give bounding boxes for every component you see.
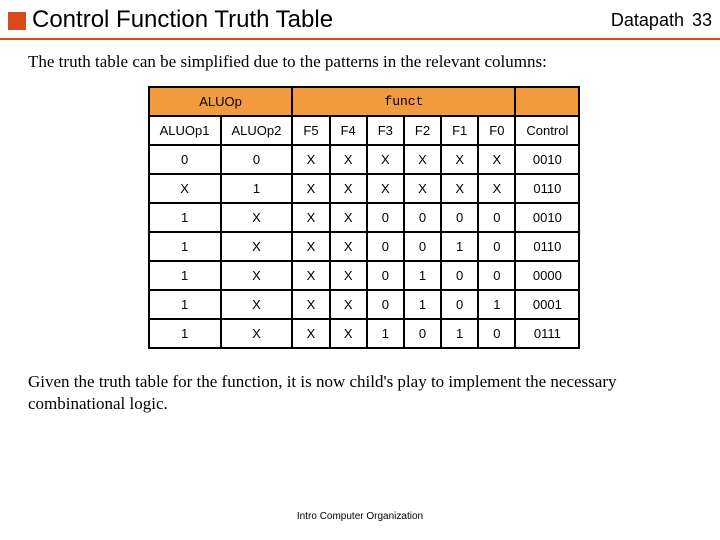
cell: 0 (441, 261, 478, 290)
table-group-row: ALUOp funct (149, 87, 580, 116)
cell: 0000 (515, 261, 579, 290)
cell: 1 (478, 290, 515, 319)
section-label: Datapath (611, 10, 684, 31)
cell: X (367, 174, 404, 203)
cell: 0 (478, 232, 515, 261)
cell: 0 (367, 232, 404, 261)
cell: X (330, 145, 367, 174)
cell: X (221, 319, 293, 348)
cell: 0 (221, 145, 293, 174)
group-blank (515, 87, 579, 116)
cell: X (292, 145, 329, 174)
cell: 1 (149, 319, 221, 348)
cell: X (221, 261, 293, 290)
cell: 0 (404, 203, 441, 232)
cell: X (330, 319, 367, 348)
col-f0: F0 (478, 116, 515, 145)
cell: X (221, 232, 293, 261)
table-row: 1 X X X 0 1 0 1 0001 (149, 290, 580, 319)
col-aluop1: ALUOp1 (149, 116, 221, 145)
cell: 1 (221, 174, 293, 203)
cell: X (292, 261, 329, 290)
col-f1: F1 (441, 116, 478, 145)
cell: 0 (478, 261, 515, 290)
cell: X (292, 232, 329, 261)
cell: 1 (149, 203, 221, 232)
cell: X (404, 145, 441, 174)
lead-text: The truth table can be simplified due to… (28, 52, 700, 72)
cell: X (441, 174, 478, 203)
cell: 0 (367, 290, 404, 319)
table-row: 1 X X X 0 0 1 0 0110 (149, 232, 580, 261)
cell: 0110 (515, 232, 579, 261)
cell: 1 (367, 319, 404, 348)
cell: X (330, 174, 367, 203)
group-aluop: ALUOp (149, 87, 293, 116)
group-funct: funct (292, 87, 515, 116)
cell: 1 (149, 290, 221, 319)
cell: X (221, 290, 293, 319)
cell: X (367, 145, 404, 174)
header-rule (0, 38, 720, 40)
cell: 1 (404, 290, 441, 319)
table-row: 1 X X X 1 0 1 0 0111 (149, 319, 580, 348)
cell: X (478, 145, 515, 174)
cell: 1 (149, 232, 221, 261)
cell: 0 (478, 319, 515, 348)
cell: 0010 (515, 203, 579, 232)
table-row: 1 X X X 0 1 0 0 0000 (149, 261, 580, 290)
col-control: Control (515, 116, 579, 145)
col-f5: F5 (292, 116, 329, 145)
cell: 1 (404, 261, 441, 290)
cell: 0010 (515, 145, 579, 174)
after-text: Given the truth table for the function, … (28, 371, 700, 415)
col-f3: F3 (367, 116, 404, 145)
cell: X (330, 232, 367, 261)
slide-title: Control Function Truth Table (32, 6, 611, 34)
cell: 0 (441, 290, 478, 319)
col-aluop2: ALUOp2 (221, 116, 293, 145)
cell: 0 (441, 203, 478, 232)
cell: X (292, 174, 329, 203)
cell: X (292, 290, 329, 319)
cell: X (330, 203, 367, 232)
cell: 0001 (515, 290, 579, 319)
table-row: X 1 X X X X X X 0110 (149, 174, 580, 203)
cell: X (292, 203, 329, 232)
cell: 0 (478, 203, 515, 232)
truth-table: ALUOp funct ALUOp1 ALUOp2 F5 F4 F3 F2 F1… (148, 86, 581, 349)
slide-header: Control Function Truth Table Datapath 33 (8, 6, 712, 34)
table-header-row: ALUOp1 ALUOp2 F5 F4 F3 F2 F1 F0 Control (149, 116, 580, 145)
cell: 1 (149, 261, 221, 290)
cell: X (330, 290, 367, 319)
cell: 0 (404, 319, 441, 348)
cell: 0 (367, 261, 404, 290)
cell: 0110 (515, 174, 579, 203)
cell: X (404, 174, 441, 203)
title-bullet-icon (8, 12, 26, 30)
cell: 1 (441, 319, 478, 348)
footer-text: Intro Computer Organization (0, 511, 720, 522)
cell: X (441, 145, 478, 174)
cell: X (478, 174, 515, 203)
cell: 0 (404, 232, 441, 261)
cell: X (149, 174, 221, 203)
col-f4: F4 (330, 116, 367, 145)
col-f2: F2 (404, 116, 441, 145)
header-right: Datapath 33 (611, 10, 712, 31)
cell: X (292, 319, 329, 348)
cell: X (330, 261, 367, 290)
cell: 0111 (515, 319, 579, 348)
cell: X (221, 203, 293, 232)
table-row: 1 X X X 0 0 0 0 0010 (149, 203, 580, 232)
page-number: 33 (692, 10, 712, 31)
cell: 1 (441, 232, 478, 261)
slide: Control Function Truth Table Datapath 33… (0, 0, 720, 540)
slide-body: The truth table can be simplified due to… (28, 52, 700, 432)
table-row: 0 0 X X X X X X 0010 (149, 145, 580, 174)
cell: 0 (367, 203, 404, 232)
cell: 0 (149, 145, 221, 174)
